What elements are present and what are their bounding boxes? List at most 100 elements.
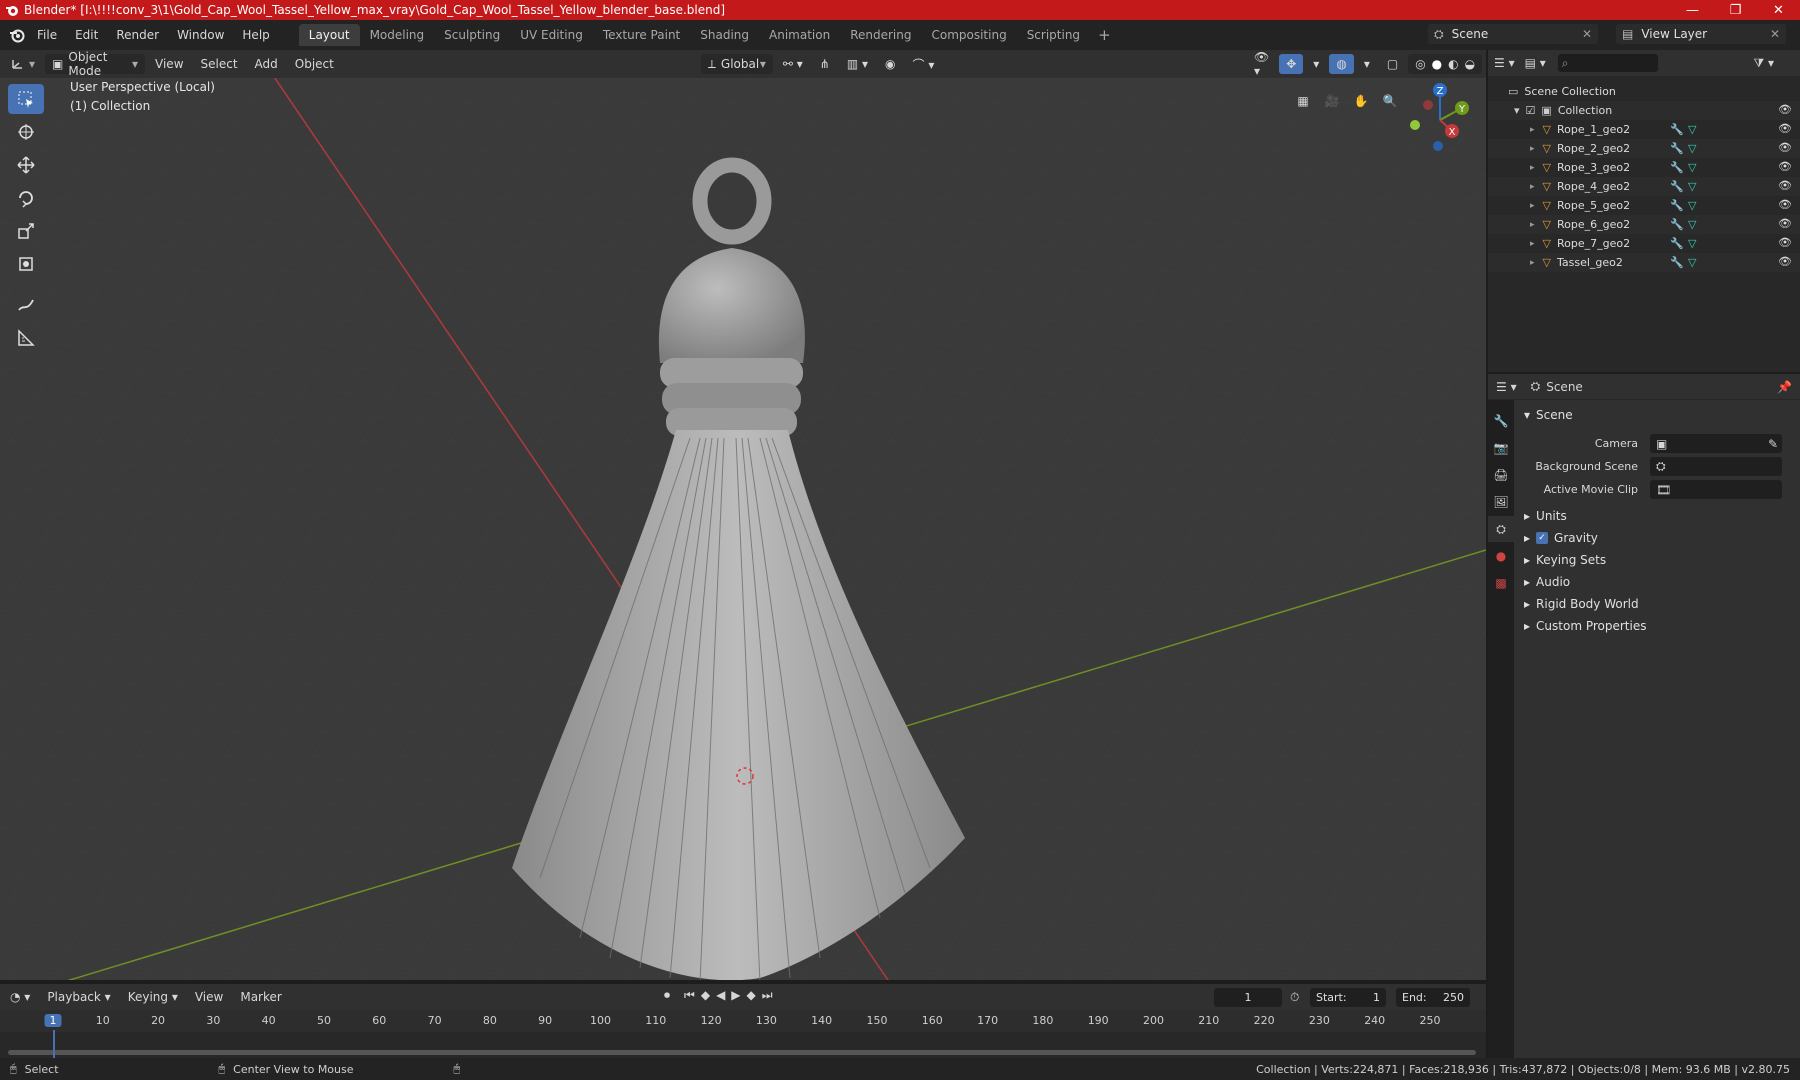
viewport-menu-select[interactable]: Select xyxy=(194,54,245,74)
active-movie-clip-field[interactable]: 🎞 xyxy=(1650,480,1782,499)
shading-mode-buttons[interactable]: ◎ ● ◐ ◒ xyxy=(1408,54,1483,74)
tab-sculpting[interactable]: Sculpting xyxy=(434,24,510,46)
modifier-wrench-icon[interactable]: 🔧 xyxy=(1670,142,1684,155)
mesh-data-icon[interactable]: ▽ xyxy=(1688,161,1696,174)
select-box-icon[interactable] xyxy=(8,84,44,114)
outliner-object-row[interactable]: ▸ ▽ Rope_6_geo2 🔧 ▽ 👁 xyxy=(1488,215,1800,234)
eye-icon[interactable]: 👁 xyxy=(1778,198,1792,211)
menu-help[interactable]: Help xyxy=(233,24,278,46)
jump-end-icon[interactable]: ⏭ xyxy=(762,988,773,1003)
viewport-menu-add[interactable]: Add xyxy=(248,54,285,74)
modifier-wrench-icon[interactable]: 🔧 xyxy=(1670,256,1684,269)
camera-view-icon[interactable]: 🎥 xyxy=(1319,88,1345,114)
close-icon[interactable]: ✕ xyxy=(1582,27,1592,41)
expand-icon[interactable]: ▾ xyxy=(1514,104,1520,117)
eye-icon[interactable]: 👁 xyxy=(1778,236,1792,249)
tab-layout[interactable]: Layout xyxy=(298,24,360,46)
tab-rendering[interactable]: Rendering xyxy=(840,24,921,46)
navigation-gizmo[interactable]: Z Y X xyxy=(1400,80,1480,160)
grid-view-icon[interactable]: ▦ xyxy=(1290,88,1316,114)
view-layer-tab-icon[interactable]: 🖼 xyxy=(1488,489,1514,515)
transform-icon[interactable] xyxy=(8,249,44,279)
pivot-point-button[interactable]: ⚯ ▾ xyxy=(776,54,810,74)
outliner-object-row[interactable]: ▸ ▽ Rope_1_geo2 🔧 ▽ 👁 xyxy=(1488,120,1800,139)
close-icon[interactable]: ✕ xyxy=(1770,27,1780,41)
expand-icon[interactable]: ▸ xyxy=(1530,201,1535,211)
mesh-data-icon[interactable]: ▽ xyxy=(1688,199,1696,212)
expand-icon[interactable]: ▸ xyxy=(1530,258,1535,268)
eyedropper-icon[interactable]: ✎ xyxy=(1768,437,1778,451)
expand-icon[interactable]: ▸ xyxy=(1530,182,1535,192)
rigid-body-world-panel-header[interactable]: ▸ Rigid Body World xyxy=(1516,593,1800,615)
tab-modeling[interactable]: Modeling xyxy=(360,24,435,46)
background-scene-field[interactable]: ⛭ xyxy=(1650,457,1782,476)
scene-selector[interactable]: ⛭ Scene ✕ xyxy=(1428,24,1598,44)
mesh-data-icon[interactable]: ▽ xyxy=(1688,218,1696,231)
solid-shading-icon[interactable]: ● xyxy=(1432,57,1442,71)
mesh-data-icon[interactable]: ▽ xyxy=(1688,123,1696,136)
eye-icon[interactable]: 👁 xyxy=(1778,217,1792,230)
blender-menu-icon[interactable] xyxy=(6,24,28,46)
maximize-button[interactable]: ❐ xyxy=(1714,0,1757,20)
rotate-icon[interactable] xyxy=(8,183,44,213)
units-panel-header[interactable]: ▸ Units xyxy=(1516,505,1800,527)
tab-compositing[interactable]: Compositing xyxy=(921,24,1016,46)
gravity-checkbox[interactable]: ✓ xyxy=(1536,532,1549,544)
gravity-panel-header[interactable]: ▸ ✓ Gravity xyxy=(1516,527,1800,549)
properties-editor-icon[interactable]: ☰ ▾ xyxy=(1496,380,1517,394)
pan-hand-icon[interactable]: ✋ xyxy=(1348,88,1374,114)
tab-animation[interactable]: Animation xyxy=(759,24,840,46)
timeline-scrollbar[interactable] xyxy=(8,1050,1476,1055)
play-reverse-icon[interactable]: ◀ xyxy=(716,988,725,1003)
end-frame-field[interactable]: End: 250 xyxy=(1396,988,1470,1007)
scene-panel-header[interactable]: ▾ Scene xyxy=(1516,404,1800,426)
camera-field[interactable]: ▣ ✎ xyxy=(1650,434,1782,453)
timeline-menu-view[interactable]: View xyxy=(188,987,230,1007)
cursor-icon[interactable] xyxy=(8,117,44,147)
scene-tab-icon[interactable]: ⛭ xyxy=(1488,516,1514,542)
eye-icon[interactable]: 👁 xyxy=(1778,141,1792,154)
tab-uv-editing[interactable]: UV Editing xyxy=(510,24,593,46)
gizmo-toggle-icon[interactable]: ✥ xyxy=(1279,54,1304,74)
measure-icon[interactable] xyxy=(8,323,44,353)
move-icon[interactable] xyxy=(8,150,44,180)
frame-ruler[interactable]: 1 10 20 30 40 50 60 70 80 90 100 110 120 130 140 150 160… xyxy=(0,1010,1486,1032)
tab-texture-paint[interactable]: Texture Paint xyxy=(593,24,690,46)
snap-target-button[interactable]: ▥ ▾ xyxy=(840,54,875,74)
tab-shading[interactable]: Shading xyxy=(690,24,759,46)
timeline-menu-playback[interactable]: Playback ▾ xyxy=(40,987,117,1007)
prev-keyframe-icon[interactable]: ◆ xyxy=(701,988,710,1003)
material-shading-icon[interactable]: ◐ xyxy=(1448,57,1458,71)
scale-icon[interactable] xyxy=(8,216,44,246)
minimize-button[interactable]: — xyxy=(1671,0,1714,20)
view-layer-selector[interactable]: ▤ View Layer ✕ xyxy=(1616,24,1786,44)
expand-icon[interactable]: ▸ xyxy=(1530,144,1535,154)
play-icon[interactable]: ▶ xyxy=(731,988,740,1003)
overlays-dropdown-button[interactable]: ▾ xyxy=(1357,54,1377,74)
tab-scripting[interactable]: Scripting xyxy=(1017,24,1090,46)
timeline-menu-keying[interactable]: Keying ▾ xyxy=(121,987,185,1007)
eye-icon[interactable]: 👁 xyxy=(1778,255,1792,268)
expand-icon[interactable]: ▸ xyxy=(1530,125,1535,135)
viewport-menu-view[interactable]: View xyxy=(148,54,190,74)
timeline-menu-marker[interactable]: Marker xyxy=(233,987,288,1007)
outliner-search-input[interactable]: ⌕ xyxy=(1557,54,1658,72)
snap-icon[interactable]: ⋔ xyxy=(813,54,837,74)
menu-render[interactable]: Render xyxy=(107,24,168,46)
overlays-toggle-icon[interactable]: ◍ xyxy=(1329,54,1354,74)
outliner-editor-icon[interactable]: ☰ ▾ xyxy=(1494,56,1515,70)
mesh-data-icon[interactable]: ▽ xyxy=(1688,256,1696,269)
proportional-editing-icon[interactable]: ◉ xyxy=(878,54,902,74)
timeline-area[interactable]: 1 10 20 30 40 50 60 70 80 90 100 110 120 130 140 150 160… xyxy=(0,1010,1486,1058)
modifier-wrench-icon[interactable]: 🔧 xyxy=(1670,123,1684,136)
pin-icon[interactable]: 📌 xyxy=(1777,380,1792,394)
xray-toggle-icon[interactable]: ▢ xyxy=(1380,54,1405,74)
expand-icon[interactable]: ▸ xyxy=(1530,163,1535,173)
current-frame-indicator[interactable]: 1 xyxy=(44,1014,62,1027)
checkbox-icon[interactable]: ☑ xyxy=(1526,104,1536,117)
eye-icon[interactable]: 👁 xyxy=(1778,179,1792,192)
jump-start-icon[interactable]: ⏮ xyxy=(684,988,695,1003)
keying-sets-panel-header[interactable]: ▸ Keying Sets xyxy=(1516,549,1800,571)
scene-collection-row[interactable]: ▭ Scene Collection xyxy=(1488,82,1800,101)
close-button[interactable]: ✕ xyxy=(1757,0,1800,20)
